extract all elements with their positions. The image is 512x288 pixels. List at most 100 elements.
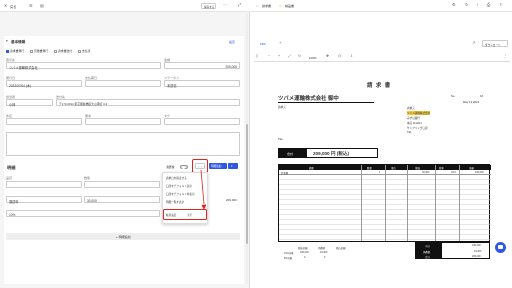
dropdown-item-3[interactable]: 明細一覧を表示: [166, 200, 184, 204]
chevron-down-icon[interactable]: ▾: [6, 39, 8, 43]
dropdown-item-4-suffix: 選択: [187, 213, 193, 217]
list-icon[interactable]: ☰: [29, 3, 33, 8]
checkbox-label-2: 請求書送付: [58, 49, 72, 53]
left-toolbar: ✕ 戻る ☰ ▤ 保存する ⋯ ⤢: [0, 0, 250, 12]
item-field[interactable]: [6, 181, 82, 188]
tax-th-1: 税抜金額: [298, 247, 308, 250]
checkbox-label-3: 支払済: [82, 49, 91, 53]
chat-icon: [498, 245, 503, 249]
dropdown-item-1[interactable]: 口座をデフォルト表示: [166, 184, 192, 188]
subject-field[interactable]: [6, 118, 82, 125]
checkbox-1[interactable]: [30, 49, 33, 53]
recipient-underline: [278, 101, 374, 102]
issuer-line-5: TEL: [407, 131, 412, 134]
tab-invoice[interactable]: 請求書: [262, 4, 271, 8]
total-label-cell: 合計: [279, 149, 307, 157]
add-row-label: + 明細追加: [116, 234, 131, 239]
back-label[interactable]: 戻る: [10, 4, 16, 9]
col-divider: [435, 165, 436, 241]
zoom-in-icon[interactable]: +: [278, 54, 280, 59]
share-icon[interactable]: ⇪: [499, 3, 502, 7]
staff-field[interactable]: 小林: [6, 99, 53, 107]
address-field[interactable]: 〒173-0014 東京都板橋区大山東町 3-2: [56, 99, 240, 106]
open-external-icon[interactable]: ↗: [472, 41, 475, 45]
issuer-line-2: みずほ銀行: [407, 117, 420, 120]
unit-price-field[interactable]: 30,000: [84, 196, 160, 203]
checkbox-2[interactable]: [54, 49, 57, 53]
save-label: 保存する: [204, 6, 215, 10]
tag-field[interactable]: [164, 118, 240, 125]
issue-date-value: 2024/07/04 (木): [9, 83, 32, 88]
td-amount: 190,000: [475, 171, 484, 174]
checkbox-label-1: 見積書発行: [34, 49, 48, 53]
total-value: 209,000 円 (税込): [313, 151, 349, 157]
print-icon[interactable]: ⎙: [338, 54, 341, 59]
circle-icon[interactable]: ○: [256, 3, 258, 8]
pdf-more-icon[interactable]: ⋮: [504, 54, 508, 59]
due-date-field[interactable]: [85, 80, 161, 87]
issue-date-field[interactable]: 2024/07/04 (木): [6, 80, 82, 88]
circle-icon[interactable]: ○: [279, 3, 281, 8]
status-field[interactable]: 未送信: [164, 80, 240, 88]
document-icon[interactable]: ▤: [40, 3, 44, 8]
save-button[interactable]: 保存する: [201, 3, 216, 9]
customer-field[interactable]: ツバメ運輸株式会社: [6, 62, 161, 70]
customer-value: ツバメ運輸株式会社: [9, 65, 38, 70]
left-scrollbar[interactable]: [246, 14, 248, 284]
status-value: 未送信: [167, 83, 177, 88]
pan-icon[interactable]: ✥: [326, 54, 329, 59]
qty-field[interactable]: [84, 181, 160, 188]
download-button[interactable]: ダウンロード: [482, 40, 508, 47]
tax-field[interactable]: 10%: [6, 210, 160, 217]
fit-icon[interactable]: ⤢: [288, 54, 291, 59]
chat-button[interactable]: [495, 242, 506, 253]
summary-value-2: 209,000: [472, 255, 481, 258]
pdf-download-icon[interactable]: ⇩: [350, 54, 353, 59]
summary-label-1: 消費税: [423, 250, 431, 254]
preview-tab[interactable]: PDF: [260, 42, 266, 46]
doc-no-label: No.: [451, 94, 456, 98]
tax-table: 税抜金額 消費税 税込金額 10%対象 190,000 19,000 8%対象 …: [278, 246, 358, 266]
warning-icon[interactable]: !: [477, 3, 478, 7]
rotate-icon[interactable]: ↻: [298, 54, 301, 59]
zoom-out-icon[interactable]: −: [268, 54, 270, 59]
detail-total: 209,000: [226, 198, 237, 202]
tax-toggle[interactable]: [180, 165, 188, 170]
dropdown-item-4[interactable]: 帳票設定: [166, 213, 176, 217]
plus-icon[interactable]: +: [279, 41, 281, 45]
add-detail-dropdown-button[interactable]: ▾: [228, 163, 238, 169]
memo-field[interactable]: [85, 118, 161, 125]
settings-icon[interactable]: ⚙: [452, 3, 456, 7]
invoice-document: 請 求 書 No. 10 May 13 2024 ツバメ運輸株式会社 御中 請求…: [275, 66, 493, 282]
add-row-button[interactable]: + 明細追加: [6, 233, 240, 240]
amount-field[interactable]: 209,000: [164, 62, 240, 69]
item-name-field[interactable]: 運送料: [6, 196, 82, 204]
checkbox-3[interactable]: [78, 49, 81, 53]
dropdown-item-0[interactable]: 請求日を指定する: [166, 176, 187, 180]
checkbox-0[interactable]: [6, 49, 9, 53]
left-pane: ✕ 戻る ☰ ▤ 保存する ⋯ ⤢ ▾ 基本情報 設定 請求書発行 見積書発行 …: [0, 0, 250, 288]
total-label: 合計: [287, 152, 294, 156]
maximize-icon[interactable]: ⤢: [238, 3, 241, 7]
item-label: 品目: [6, 176, 13, 180]
history-icon[interactable]: ↻: [465, 3, 468, 7]
more-icon[interactable]: ⋯: [223, 3, 227, 7]
tab-delivery[interactable]: 納品書: [285, 4, 294, 8]
doc-title: 請 求 書: [367, 83, 392, 89]
close-icon[interactable]: ✕: [4, 4, 7, 8]
checkbox-label-0: 請求書発行: [10, 49, 24, 53]
doc-date: May 13 2024: [463, 100, 480, 104]
download-label: ダウンロード: [485, 43, 501, 47]
sidebar-toggle-icon[interactable]: ▯: [256, 54, 258, 59]
doc-no-value: 10: [480, 94, 484, 98]
settings-link[interactable]: 設定: [229, 40, 235, 44]
note-textarea[interactable]: [6, 132, 240, 156]
summary-box: 小計 消費税 合計 190,000 19,000 209,000: [415, 242, 490, 259]
chevron-down-icon: ▾: [231, 164, 233, 168]
download-icon[interactable]: ⎙: [487, 3, 490, 7]
zoom-level[interactable]: 100%: [309, 56, 317, 60]
dropdown-item-2[interactable]: 口座をデフォルト非表示: [166, 192, 195, 196]
tax-row-0-tax: 19,000: [320, 251, 328, 254]
add-detail-button[interactable]: 明細追加: [209, 163, 227, 169]
address-value: 〒173-0014 東京都板橋区大山東町 3-2: [59, 101, 108, 106]
